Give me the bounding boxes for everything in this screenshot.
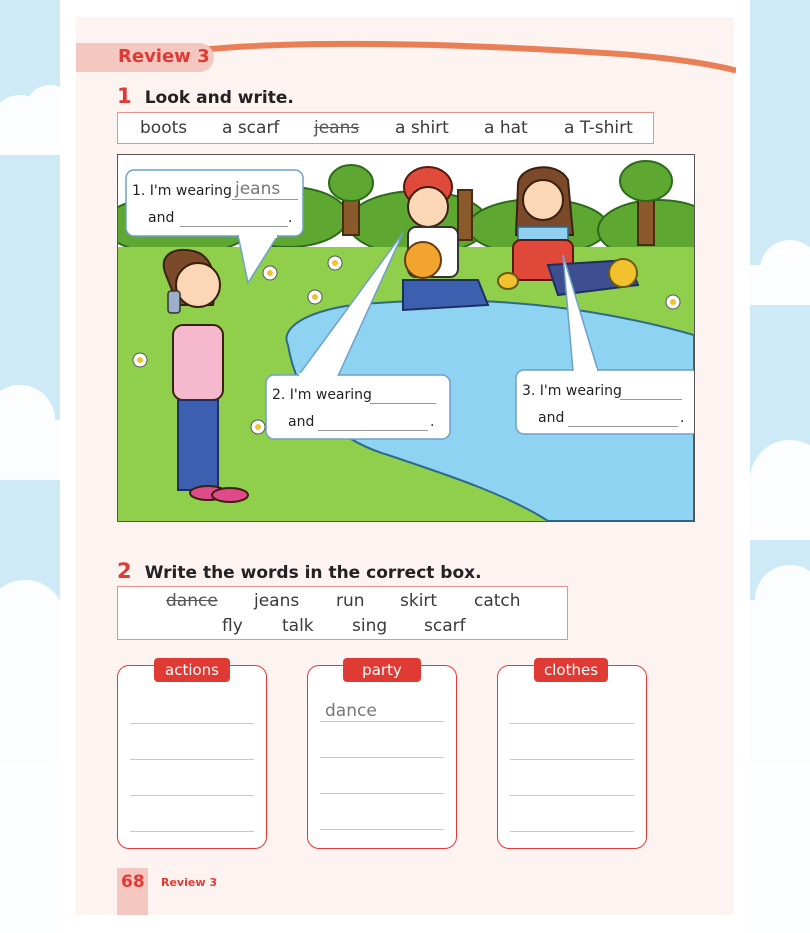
bubble-1-line1: 1. I'm wearing <box>132 183 232 199</box>
section-1-heading: 1 Look and write. <box>117 84 294 108</box>
category-label-clothes: clothes <box>534 658 608 682</box>
page-number: 68 <box>121 872 145 892</box>
word-bank-item: a shirt <box>395 118 449 138</box>
word-bank-item: a hat <box>484 118 528 138</box>
word-bank-item: fly <box>222 616 243 636</box>
word-bank-item: jeans <box>254 591 300 611</box>
word-bank-item-crossed: dance <box>166 591 218 611</box>
bubble-3-line1: 3. I'm wearing <box>522 383 622 399</box>
bubble-3-period: . <box>680 410 685 426</box>
word-bank-item: a scarf <box>222 118 280 138</box>
category-box-actions <box>117 665 267 849</box>
category-box-party: dance <box>307 665 457 849</box>
word-bank-item: talk <box>282 616 314 636</box>
category-label-actions: actions <box>154 658 230 682</box>
word-bank-item: skirt <box>400 591 438 611</box>
bubble-2-line1: 2. I'm wearing <box>272 387 372 403</box>
section-number: 2 <box>117 559 132 583</box>
section-title: Write the words in the correct box. <box>144 563 482 583</box>
bubble-1-period: . <box>288 210 293 226</box>
bubble-2-blank-2[interactable] <box>318 430 428 431</box>
word-bank-item: catch <box>474 591 521 611</box>
word-bank-item: scarf <box>424 616 466 636</box>
bubble-3-line2: and <box>538 410 565 426</box>
speech-bubble-shapes <box>125 169 694 440</box>
bubble-3-blank-1[interactable] <box>620 399 682 400</box>
category-label-party: party <box>343 658 421 682</box>
bubble-1-answer: jeans <box>235 179 281 199</box>
section-2-heading: 2 Write the words in the correct box. <box>117 559 482 583</box>
word-bank-item: run <box>336 591 365 611</box>
bubble-2-line2: and <box>288 414 315 430</box>
bubble-2-period: . <box>430 414 435 430</box>
category-box-clothes <box>497 665 647 849</box>
category-answer: dance <box>325 701 377 721</box>
section-title: Look and write. <box>144 88 294 108</box>
bubble-1-blank-1[interactable] <box>232 199 298 200</box>
park-illustration: 1. I'm wearing jeans and . 2. I'm wearin… <box>117 154 695 522</box>
header-wave <box>200 40 736 73</box>
bubble-1-blank-2[interactable] <box>180 226 288 227</box>
review-title: Review 3 <box>118 46 210 67</box>
bubble-1-line2: and <box>148 210 175 226</box>
word-bank-item-crossed: jeans <box>314 118 360 138</box>
bubble-3-blank-2[interactable] <box>568 426 678 427</box>
word-bank-item: a T-shirt <box>564 118 633 138</box>
footer-label: Review 3 <box>161 876 217 889</box>
section-number: 1 <box>117 84 132 108</box>
word-bank-1: boots a scarf jeans a shirt a hat a T-sh… <box>117 112 654 144</box>
word-bank-item: sing <box>352 616 388 636</box>
bubble-2-blank-1[interactable] <box>370 403 436 404</box>
word-bank-item: boots <box>140 118 188 138</box>
word-bank-2: dance jeans run skirt catch fly talk sin… <box>117 586 568 640</box>
